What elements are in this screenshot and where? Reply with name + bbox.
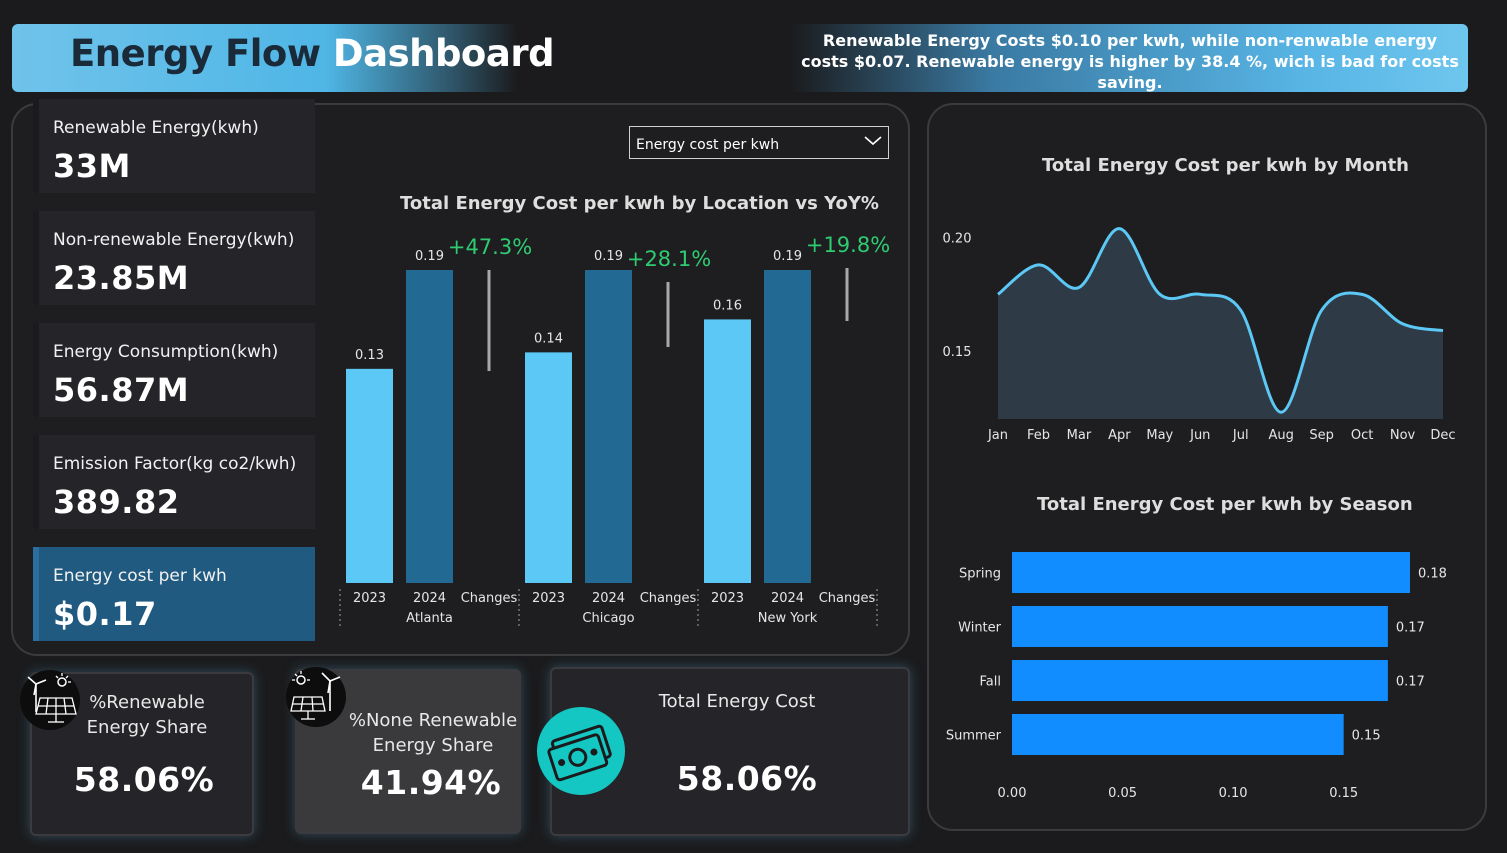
page-title: Energy Flow Dashboard xyxy=(70,32,555,75)
kpi-label: Renewable Energy(kwh) xyxy=(53,118,259,138)
kpi-energy-cost[interactable]: Energy cost per kwh $0.17 xyxy=(33,547,315,641)
x-tick-label: Changes xyxy=(640,591,697,606)
bar-2024[interactable] xyxy=(764,270,811,583)
x-tick-label: Sep xyxy=(1309,428,1334,443)
data-label: 0.19 xyxy=(415,249,444,264)
page-title-part1: Energy Flow xyxy=(70,32,321,75)
y-tick-label: Winter xyxy=(958,621,1002,636)
money-icon xyxy=(537,707,625,795)
page-title-part2: Dashboard xyxy=(332,32,555,75)
x-tick-label: 0.05 xyxy=(1108,786,1137,801)
card-label: %None Renewable Energy Share xyxy=(348,710,518,756)
kpi-label: Energy Consumption(kwh) xyxy=(53,342,279,362)
x-tick-label: Nov xyxy=(1390,428,1416,443)
bar-2023[interactable] xyxy=(704,319,751,583)
data-label: 0.19 xyxy=(594,249,623,264)
x-tick-label: 2024 xyxy=(592,591,625,606)
x-tick-label: Changes xyxy=(461,591,518,606)
kpi-renewable-energy[interactable]: Renewable Energy(kwh) 33M xyxy=(33,99,315,193)
bar-2024[interactable] xyxy=(585,270,632,583)
season-bar-chart: Spring 0.18 Winter 0.17 Fall 0.17 Summer 0.15 0.… xyxy=(946,552,1447,801)
dropdown-selected-value: Energy cost per kwh xyxy=(636,137,780,153)
x-tick-label: May xyxy=(1146,428,1173,443)
x-tick-label: 0.00 xyxy=(998,786,1027,801)
data-label: 0.16 xyxy=(713,298,742,313)
card-value: 58.06% xyxy=(676,759,818,798)
bar-summer[interactable] xyxy=(1012,714,1344,755)
bar-2023[interactable] xyxy=(525,352,572,583)
x-tick-label: Oct xyxy=(1351,428,1373,443)
x-tick-label: Apr xyxy=(1108,428,1131,443)
kpi-value: 23.85M xyxy=(53,259,190,297)
y-tick-label: 0.15 xyxy=(943,345,972,360)
y-tick-label: Spring xyxy=(959,567,1001,582)
y-tick-label: Fall xyxy=(980,675,1001,690)
chevron-down-icon[interactable] xyxy=(862,133,884,149)
card-value: 41.94% xyxy=(360,763,502,802)
x-tick-label: 2023 xyxy=(532,591,565,606)
kpi-value: 389.82 xyxy=(53,483,180,521)
x-tick-label: Changes xyxy=(819,591,876,606)
area-fill xyxy=(998,228,1443,419)
y-tick-label: 0.20 xyxy=(943,232,972,247)
bar-winter[interactable] xyxy=(1012,606,1388,647)
card-value: 58.06% xyxy=(73,760,215,799)
x-tick-label: Aug xyxy=(1268,428,1293,443)
data-label: 0.17 xyxy=(1396,621,1425,636)
kpi-label: Emission Factor(kg co2/kwh) xyxy=(53,454,297,474)
kpi-nonrenewable-energy[interactable]: Non-renewable Energy(kwh) 23.85M xyxy=(33,211,315,305)
month-area-chart: Jan Feb Mar Apr May Jun Jul Aug Sep Oct Nov Dec 0.20… xyxy=(943,227,1456,443)
location-label: Chicago xyxy=(582,611,634,626)
kpi-label: Non-renewable Energy(kwh) xyxy=(53,230,295,250)
kpi-label: Energy cost per kwh xyxy=(53,566,227,586)
x-tick-label: 2024 xyxy=(413,591,446,606)
data-label: 0.19 xyxy=(773,249,802,264)
data-label: 0.18 xyxy=(1418,567,1447,582)
yoy-label: +47.3% xyxy=(448,235,532,259)
x-tick-label: 0.15 xyxy=(1329,786,1358,801)
kpi-value: $0.17 xyxy=(53,595,157,633)
bar-2024[interactable] xyxy=(406,270,453,583)
x-tick-label: Jun xyxy=(1189,428,1210,443)
data-label: 0.15 xyxy=(1352,729,1381,744)
location-label: New York xyxy=(758,611,818,626)
yoy-label: +19.8% xyxy=(806,233,890,257)
x-tick-label: 0.10 xyxy=(1219,786,1248,801)
location-label: Atlanta xyxy=(406,611,453,626)
bar-spring[interactable] xyxy=(1012,552,1410,593)
x-tick-label: Dec xyxy=(1430,428,1455,443)
data-label: 0.14 xyxy=(534,331,563,346)
data-label: 0.13 xyxy=(355,348,384,363)
bar-fall[interactable] xyxy=(1012,660,1388,701)
solar-wind-icon xyxy=(286,667,346,727)
kpi-emission-factor[interactable]: Emission Factor(kg co2/kwh) 389.82 xyxy=(33,435,315,529)
x-tick-label: 2023 xyxy=(353,591,386,606)
card-label: Total Energy Cost xyxy=(658,691,816,712)
solar-wind-icon xyxy=(20,670,80,730)
month-chart-title: Total Energy Cost per kwh by Month xyxy=(1042,155,1409,176)
x-tick-label: Jul xyxy=(1232,428,1249,443)
x-tick-label: 2023 xyxy=(711,591,744,606)
season-chart-title: Total Energy Cost per kwh by Season xyxy=(1037,494,1413,515)
x-tick-label: 2024 xyxy=(771,591,804,606)
kpi-energy-consumption[interactable]: Energy Consumption(kwh) 56.87M xyxy=(33,323,315,417)
location-yoy-chart: 0.13 0.19 +47.3% 2023 2024 Changes Atlanta 0.14… xyxy=(339,233,890,628)
x-tick-label: Mar xyxy=(1067,428,1092,443)
y-tick-label: Summer xyxy=(946,729,1002,744)
bar-2023[interactable] xyxy=(346,368,393,583)
data-label: 0.17 xyxy=(1396,675,1425,690)
x-tick-label: Jan xyxy=(987,428,1008,443)
x-tick-label: Feb xyxy=(1027,428,1050,443)
kpi-value: 33M xyxy=(53,147,131,185)
location-chart-title: Total Energy Cost per kwh by Location vs… xyxy=(400,193,879,214)
insight-text: Renewable Energy Costs $0.10 per kwh, wh… xyxy=(801,31,1459,92)
card-label: %Renewable Energy Share xyxy=(86,692,208,738)
yoy-label: +28.1% xyxy=(627,247,711,271)
kpi-value: 56.87M xyxy=(53,371,190,409)
